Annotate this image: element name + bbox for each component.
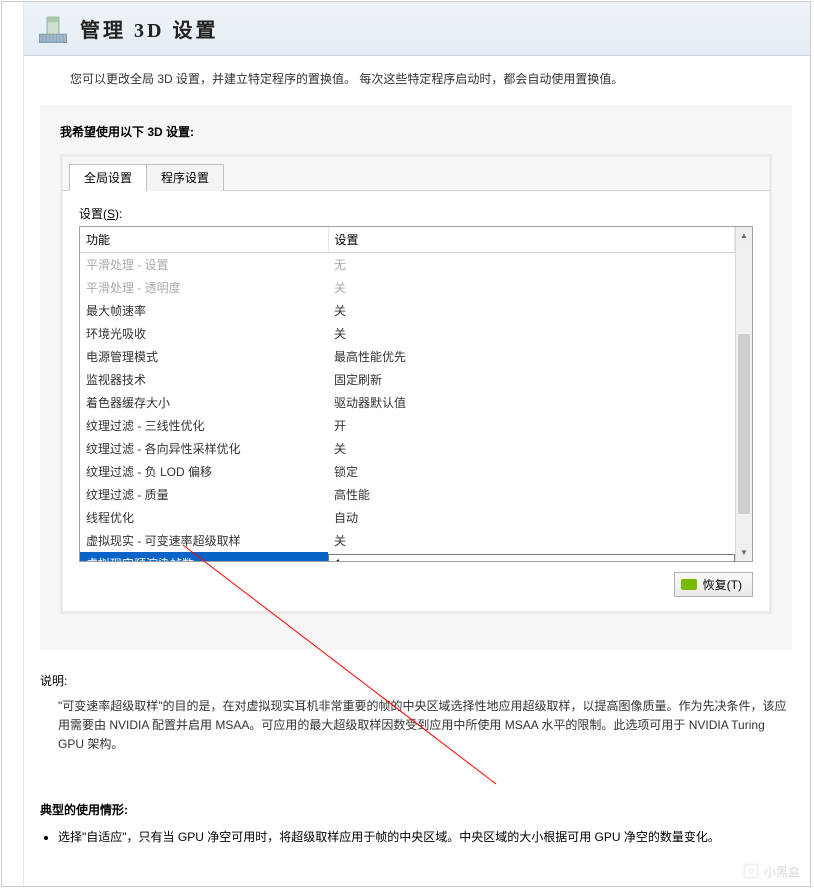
row-value[interactable]: 锁定: [328, 460, 735, 483]
watermark-text: 小黑盒: [764, 863, 800, 880]
settings-table: 功能 设置 平滑处理 - 设置无平滑处理 - 透明度关最大帧速率关环境光吸收关电…: [80, 227, 735, 561]
row-feature[interactable]: 平滑处理 - 设置: [80, 253, 328, 277]
table-row[interactable]: 线程优化自动: [80, 506, 735, 529]
restore-button[interactable]: 恢复(T): [674, 572, 753, 597]
content-area: 您可以更改全局 3D 设置，并建立特定程序的置换值。 每次这些特定程序启动时，都…: [24, 56, 810, 886]
row-value[interactable]: 固定刷新: [328, 368, 735, 391]
row-value[interactable]: 无: [328, 253, 735, 277]
scroll-thumb[interactable]: [738, 334, 750, 514]
row-feature[interactable]: 环境光吸收: [80, 322, 328, 345]
nvidia-badge-icon: [681, 579, 697, 590]
row-feature[interactable]: 监视器技术: [80, 368, 328, 391]
table-row[interactable]: 纹理过滤 - 负 LOD 偏移锁定: [80, 460, 735, 483]
row-value[interactable]: 驱动器默认值: [328, 391, 735, 414]
row-value[interactable]: 关: [328, 276, 735, 299]
row-feature[interactable]: 着色器缓存大小: [80, 391, 328, 414]
tab-program[interactable]: 程序设置: [146, 164, 224, 191]
row-value[interactable]: 最高性能优先: [328, 345, 735, 368]
restore-label: 恢复(T): [703, 576, 742, 593]
usage-label: 典型的使用情形:: [40, 801, 792, 818]
panel-title: 我希望使用以下 3D 设置:: [60, 123, 772, 140]
table-row[interactable]: 虚拟现实 - 可变速率超级取样关: [80, 529, 735, 552]
row-value[interactable]: 关: [328, 437, 735, 460]
row-feature[interactable]: 虚拟现实 - 可变速率超级取样: [80, 529, 328, 552]
description-label: 说明:: [40, 672, 792, 689]
header-bar: 管理 3D 设置: [24, 2, 810, 56]
table-row[interactable]: 监视器技术固定刷新: [80, 368, 735, 391]
description-section: 说明: "可变速率超级取样"的目的是，在对虚拟现实耳机非常重要的帧的中央区域选择…: [40, 672, 792, 755]
settings-table-wrap: 功能 设置 平滑处理 - 设置无平滑处理 - 透明度关最大帧速率关环境光吸收关电…: [79, 226, 753, 562]
row-value[interactable]: 高性能: [328, 483, 735, 506]
scroll-track[interactable]: [736, 244, 752, 544]
tabs-container: 全局设置 程序设置 设置(S): 功能 设置: [60, 154, 772, 614]
settings-label-key: S: [107, 207, 115, 221]
col-header-setting[interactable]: 设置: [328, 227, 735, 253]
table-row[interactable]: 电源管理模式最高性能优先: [80, 345, 735, 368]
row-value[interactable]: 1⌄: [328, 552, 735, 561]
row-value[interactable]: 自动: [328, 506, 735, 529]
settings-panel: 我希望使用以下 3D 设置: 全局设置 程序设置 设置(S):: [40, 105, 792, 650]
tab-global[interactable]: 全局设置: [69, 164, 147, 191]
settings-label-prefix: 设置(: [79, 207, 107, 221]
table-row[interactable]: 纹理过滤 - 三线性优化开: [80, 414, 735, 437]
row-feature[interactable]: 纹理过滤 - 各向异性采样优化: [80, 437, 328, 460]
table-row[interactable]: 平滑处理 - 设置无: [80, 253, 735, 277]
usage-list: 选择"自适应"，只有当 GPU 净空可用时，将超级取样应用于帧的中央区域。中央区…: [40, 828, 792, 847]
tab-row: 全局设置 程序设置: [63, 157, 769, 191]
watermark: 小黑盒: [742, 862, 800, 880]
scroll-down-icon[interactable]: ▼: [736, 544, 752, 561]
table-row[interactable]: 纹理过滤 - 质量高性能: [80, 483, 735, 506]
vertical-scrollbar[interactable]: ▲ ▼: [735, 227, 752, 561]
table-row[interactable]: 平滑处理 - 透明度关: [80, 276, 735, 299]
chevron-down-icon[interactable]: ⌄: [718, 555, 734, 562]
intro-text: 您可以更改全局 3D 设置，并建立特定程序的置换值。 每次这些特定程序启动时，都…: [70, 70, 792, 87]
usage-item: 选择"自适应"，只有当 GPU 净空可用时，将超级取样应用于帧的中央区域。中央区…: [58, 828, 792, 847]
table-row[interactable]: 纹理过滤 - 各向异性采样优化关: [80, 437, 735, 460]
row-feature[interactable]: 电源管理模式: [80, 345, 328, 368]
usage-section: 典型的使用情形: 选择"自适应"，只有当 GPU 净空可用时，将超级取样应用于帧…: [40, 801, 792, 847]
row-feature[interactable]: 最大帧速率: [80, 299, 328, 322]
row-feature[interactable]: 纹理过滤 - 质量: [80, 483, 328, 506]
table-row[interactable]: 虚拟现实预渲染帧数1⌄: [80, 552, 735, 561]
row-feature[interactable]: 虚拟现实预渲染帧数: [80, 552, 328, 561]
watermark-icon: [742, 862, 760, 880]
nvidia-3d-icon: [36, 12, 70, 46]
description-text: "可变速率超级取样"的目的是，在对虚拟现实耳机非常重要的帧的中央区域选择性地应用…: [40, 697, 792, 755]
settings-table-scroll[interactable]: 功能 设置 平滑处理 - 设置无平滑处理 - 透明度关最大帧速率关环境光吸收关电…: [80, 227, 735, 561]
restore-row: 恢复(T): [79, 572, 753, 597]
table-row[interactable]: 最大帧速率关: [80, 299, 735, 322]
page-title: 管理 3D 设置: [80, 14, 218, 43]
row-feature[interactable]: 平滑处理 - 透明度: [80, 276, 328, 299]
settings-label-suffix: ):: [115, 207, 122, 221]
value-dropdown[interactable]: 1⌄: [328, 554, 735, 562]
settings-list-label: 设置(S):: [79, 205, 753, 222]
row-feature[interactable]: 线程优化: [80, 506, 328, 529]
row-feature[interactable]: 纹理过滤 - 三线性优化: [80, 414, 328, 437]
row-value[interactable]: 关: [328, 322, 735, 345]
left-gutter: [2, 2, 24, 886]
col-header-feature[interactable]: 功能: [80, 227, 328, 253]
dropdown-value: 1: [329, 557, 718, 562]
row-value[interactable]: 开: [328, 414, 735, 437]
row-value[interactable]: 关: [328, 299, 735, 322]
row-feature[interactable]: 纹理过滤 - 负 LOD 偏移: [80, 460, 328, 483]
tab-body: 设置(S): 功能 设置 平滑处理 - 设: [63, 191, 769, 611]
row-value[interactable]: 关: [328, 529, 735, 552]
table-row[interactable]: 着色器缓存大小驱动器默认值: [80, 391, 735, 414]
scroll-up-icon[interactable]: ▲: [736, 227, 752, 244]
table-row[interactable]: 环境光吸收关: [80, 322, 735, 345]
